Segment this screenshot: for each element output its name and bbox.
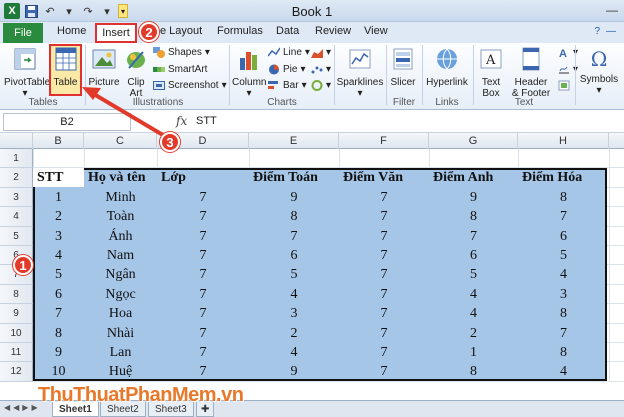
annotation-arrow (82, 87, 170, 140)
step-badge-2: 2 (139, 22, 159, 42)
watermark: ThuThuatPhanMem.vn (38, 384, 244, 406)
step-badge-1: 1 (13, 255, 33, 275)
sheet-nav-arrows-icon[interactable]: ◀◀▶▶ (4, 403, 41, 412)
step-badge-3: 3 (160, 132, 180, 152)
